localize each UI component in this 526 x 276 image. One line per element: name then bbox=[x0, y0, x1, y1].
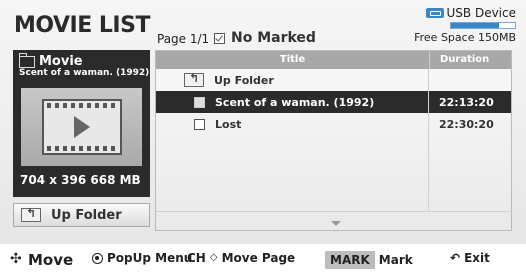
mark-checkbox[interactable] bbox=[194, 96, 205, 108]
storage-usage-fill bbox=[451, 23, 499, 28]
usb-icon bbox=[425, 8, 444, 18]
preview-filename: Scent of a waman. (1992) bbox=[19, 68, 150, 78]
list-item-title: Scent of a waman. (1992) bbox=[215, 95, 375, 109]
file-list: Title Duration Up Folder Scent of a wama… bbox=[155, 50, 512, 231]
up-folder-icon bbox=[21, 206, 41, 222]
list-item-up-folder[interactable]: Up Folder bbox=[156, 69, 511, 91]
footer-exit-label: Exit bbox=[464, 251, 490, 265]
list-footer-divider bbox=[156, 211, 511, 212]
column-duration: Duration bbox=[429, 51, 511, 69]
footer-move-label: Move bbox=[28, 251, 74, 269]
checkbox-icon bbox=[214, 32, 225, 44]
up-folder-button-label: Up Folder bbox=[51, 207, 122, 223]
storage-usage-bar bbox=[450, 22, 516, 29]
footer-mark: MARK Mark bbox=[325, 251, 413, 269]
list-header: Title Duration bbox=[156, 51, 511, 69]
preview-panel: Movie Scent of a waman. (1992) 704 x 396… bbox=[13, 50, 150, 197]
up-folder-icon bbox=[184, 71, 204, 87]
page-indicator: Page 1/1 bbox=[157, 32, 210, 46]
list-item-title: Lost bbox=[215, 117, 242, 131]
scroll-down-arrow-icon[interactable] bbox=[331, 221, 341, 226]
ok-button-icon bbox=[92, 252, 103, 264]
footer-move: Move bbox=[10, 251, 73, 269]
column-divider bbox=[428, 69, 429, 212]
footer-popup-menu-label: PopUp Menu bbox=[107, 251, 193, 265]
free-space-label: Free Space 150MB bbox=[414, 31, 516, 44]
dpad-icon bbox=[10, 251, 24, 267]
list-item-duration: 22:13:20 bbox=[439, 95, 494, 109]
marked-status: No Marked bbox=[214, 30, 316, 46]
ch-updown-icon: ◇ bbox=[209, 252, 218, 263]
footer-move-page: CH ◇ Move Page bbox=[187, 251, 295, 265]
list-item[interactable]: Lost 22:30:20 bbox=[156, 113, 511, 135]
usb-device-label: USB Device bbox=[446, 6, 517, 20]
mark-checkbox[interactable] bbox=[194, 118, 205, 130]
footer-ch-label: CH bbox=[187, 251, 206, 265]
column-title: Title bbox=[279, 54, 306, 65]
movie-folder-icon bbox=[19, 52, 35, 68]
footer-exit: ↶ Exit bbox=[450, 251, 490, 265]
movie-list-panel: MOVIE LIST Page 1/1 No Marked USB Device… bbox=[0, 0, 526, 244]
up-folder-button[interactable]: Up Folder bbox=[13, 203, 150, 227]
list-item-duration: 22:30:20 bbox=[439, 117, 494, 131]
footer-popup-menu: PopUp Menu bbox=[92, 251, 192, 265]
exit-icon: ↶ bbox=[450, 251, 461, 265]
list-item-selected[interactable]: Scent of a waman. (1992) 22:13:20 bbox=[156, 91, 511, 113]
film-play-icon bbox=[41, 99, 122, 155]
page-title: MOVIE LIST bbox=[14, 13, 150, 38]
preview-category: Movie bbox=[39, 54, 83, 69]
video-thumbnail bbox=[21, 88, 142, 166]
footer-move-page-label: Move Page bbox=[221, 251, 296, 265]
mark-key-icon: MARK bbox=[325, 251, 375, 269]
marked-label: No Marked bbox=[231, 30, 316, 46]
usb-device-info: USB Device Free Space 150MB bbox=[406, 6, 516, 44]
preview-resolution-size: 704 x 396 668 MB bbox=[20, 173, 141, 187]
list-item-title: Up Folder bbox=[214, 73, 274, 87]
play-icon bbox=[73, 116, 90, 138]
footer-help-bar: Move PopUp Menu CH ◇ Move Page MARK Mark… bbox=[0, 244, 526, 276]
footer-mark-label: Mark bbox=[378, 253, 413, 267]
